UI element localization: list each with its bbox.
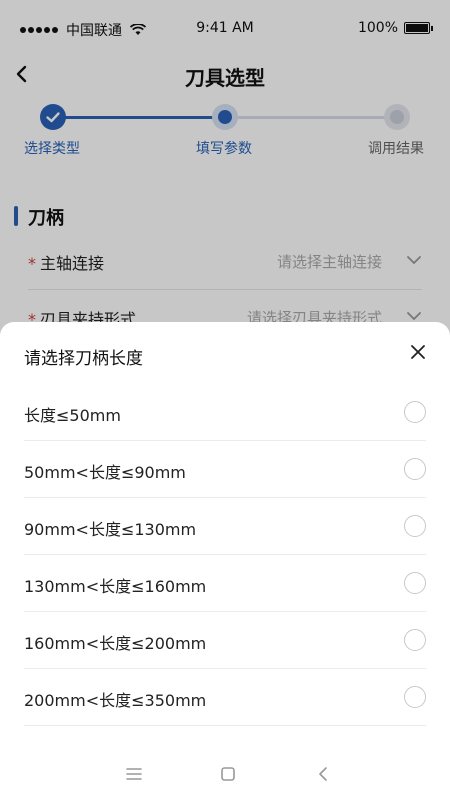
option-label: 50mm<长度≤90mm xyxy=(24,463,186,482)
radio-button[interactable] xyxy=(404,686,426,708)
close-icon[interactable] xyxy=(410,344,426,360)
radio-button[interactable] xyxy=(404,629,426,651)
option-item[interactable]: 长度≤50mm xyxy=(24,384,426,441)
option-item[interactable]: 160mm<长度≤200mm xyxy=(24,612,426,669)
radio-button[interactable] xyxy=(404,458,426,480)
option-label: 200mm<长度≤350mm xyxy=(24,691,207,710)
bottom-sheet: 请选择刀柄长度 长度≤50mm 50mm<长度≤90mm 90mm<长度≤130… xyxy=(0,322,450,800)
radio-button[interactable] xyxy=(404,401,426,423)
radio-button[interactable] xyxy=(404,572,426,594)
nav-back-icon[interactable] xyxy=(314,766,334,782)
home-icon[interactable] xyxy=(218,766,238,782)
option-label: 130mm<长度≤160mm xyxy=(24,577,207,596)
option-label: 90mm<长度≤130mm xyxy=(24,520,197,539)
option-item[interactable]: 130mm<长度≤160mm xyxy=(24,555,426,612)
option-label: 长度≤50mm xyxy=(24,406,121,425)
option-item[interactable]: 90mm<长度≤130mm xyxy=(24,498,426,555)
system-nav-bar xyxy=(0,752,450,800)
radio-button[interactable] xyxy=(404,515,426,537)
option-item[interactable]: 50mm<长度≤90mm xyxy=(24,441,426,498)
option-item[interactable]: 200mm<长度≤350mm xyxy=(24,669,426,726)
sheet-title: 请选择刀柄长度 xyxy=(24,349,143,369)
menu-icon[interactable] xyxy=(124,766,144,782)
option-label: 160mm<长度≤200mm xyxy=(24,634,207,653)
